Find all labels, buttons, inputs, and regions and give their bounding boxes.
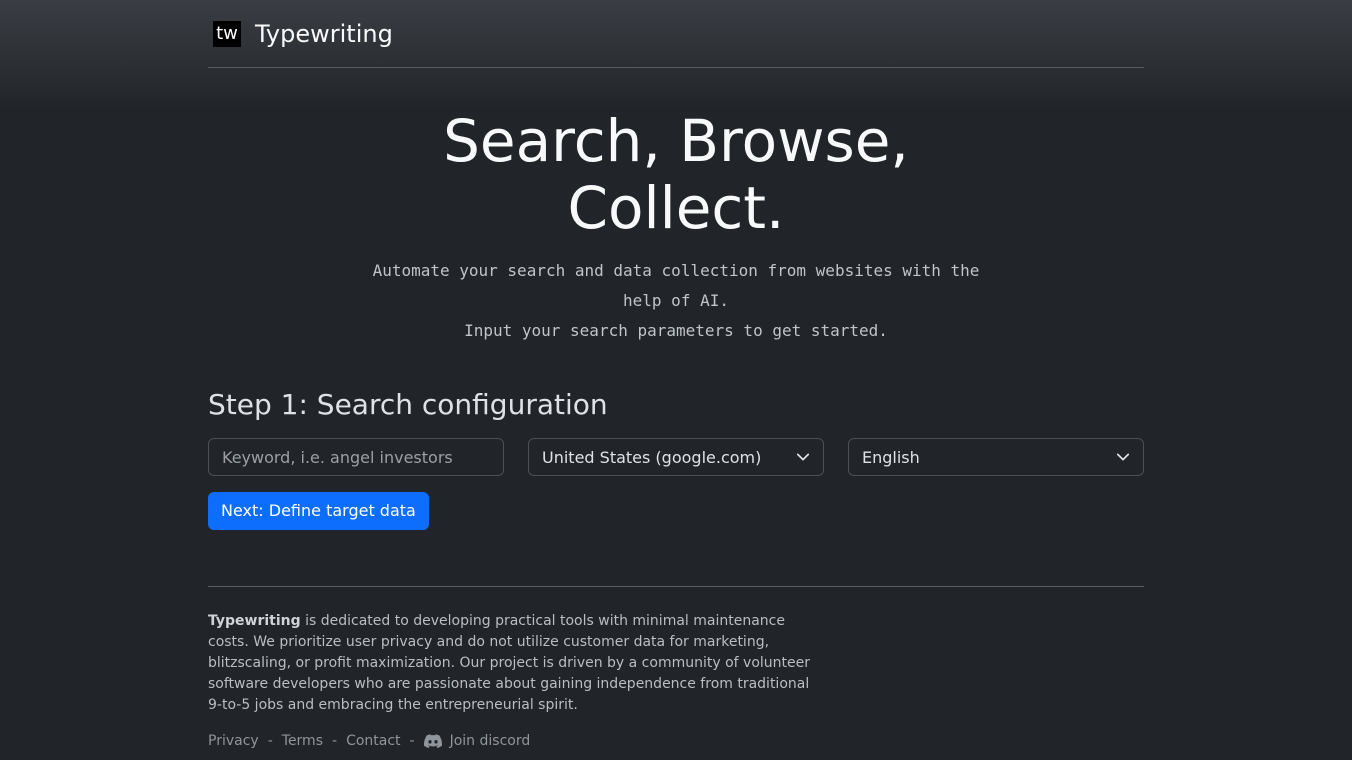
chevron-down-icon: [796, 453, 810, 461]
privacy-link[interactable]: Privacy: [208, 733, 259, 749]
hero-subtitle-line1: Automate your search and data collection…: [372, 261, 980, 310]
terms-link[interactable]: Terms: [282, 733, 323, 749]
keyword-input[interactable]: [222, 447, 490, 467]
footer: Typewriting is dedicated to developing p…: [208, 586, 1144, 749]
link-separator: -: [332, 733, 338, 749]
step1-heading: Step 1: Search configuration: [208, 388, 608, 421]
link-separator: -: [409, 733, 415, 749]
header: tw Typewriting: [208, 0, 1144, 68]
next-define-target-button[interactable]: Next: Define target data: [208, 492, 429, 530]
hero-title: Search, Browse, Collect.: [416, 108, 936, 242]
about-text: Typewriting is dedicated to developing p…: [208, 611, 818, 716]
discord-link-label: Join discord: [449, 733, 531, 749]
language-select[interactable]: English: [848, 438, 1144, 476]
page-container: tw Typewriting Search, Browse, Collect. …: [208, 0, 1144, 749]
hero-subtitle-line2: Input your search parameters to get star…: [464, 321, 888, 340]
logo[interactable]: tw: [213, 20, 241, 47]
hero-subtitle: Automate your search and data collection…: [356, 256, 996, 346]
keyword-field[interactable]: [208, 438, 504, 476]
chevron-down-icon: [1116, 453, 1130, 461]
brand-name[interactable]: Typewriting: [255, 20, 393, 48]
country-select-value: United States (google.com): [542, 447, 762, 467]
hero-title-line1: Search, Browse,: [443, 107, 909, 175]
about-brand: Typewriting: [208, 613, 301, 629]
hero: Search, Browse, Collect. Automate your s…: [208, 68, 1144, 346]
country-select[interactable]: United States (google.com): [528, 438, 824, 476]
contact-link[interactable]: Contact: [346, 733, 400, 749]
hero-title-line2: Collect.: [567, 174, 785, 242]
language-select-value: English: [862, 447, 920, 467]
footer-links: Privacy - Terms - Contact - Join discord: [208, 733, 1144, 749]
link-separator: -: [267, 733, 273, 749]
search-config-row: United States (google.com) English: [208, 438, 1144, 476]
discord-icon: [423, 734, 442, 748]
discord-link[interactable]: Join discord: [423, 733, 531, 749]
